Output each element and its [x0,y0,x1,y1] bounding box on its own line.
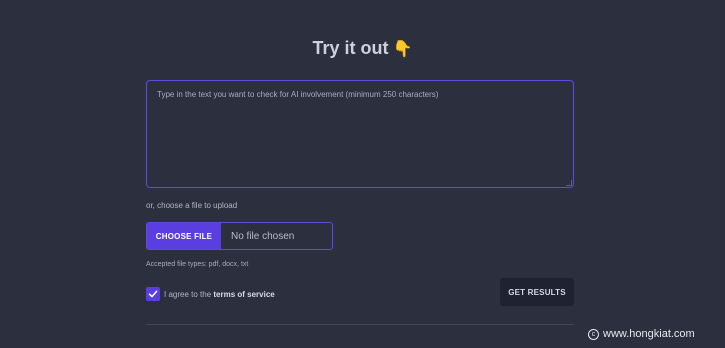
pointing-down-icon: 👇 [392,39,413,58]
terms-prefix: I agree to the [164,289,214,299]
watermark: c www.hongkiat.com [588,328,695,340]
copyright-icon: c [588,328,599,340]
divider [146,324,574,325]
terms-of-service-link[interactable]: terms of service [213,290,274,299]
choose-file-button[interactable]: CHOOSE FILE [147,223,221,249]
file-input[interactable]: CHOOSE FILE No file chosen [146,222,333,250]
get-results-button[interactable]: GET RESULTS [500,278,574,306]
terms-agreement: I agree to the terms of service [146,287,275,301]
page-title-text: Try it out [312,38,389,58]
file-status-text: No file chosen [231,230,295,242]
watermark-text: www.hongkiat.com [603,328,695,340]
terms-text: I agree to the terms of service [164,290,275,299]
page-title: Try it out 👇 [0,38,725,59]
resize-handle-icon[interactable] [566,180,572,186]
terms-checkbox[interactable] [146,287,160,301]
accepted-file-types: Accepted file types: pdf, docx, txt [146,261,249,268]
text-input[interactable] [146,80,574,188]
upload-label: or, choose a file to upload [146,201,238,210]
checkmark-icon [148,290,158,298]
